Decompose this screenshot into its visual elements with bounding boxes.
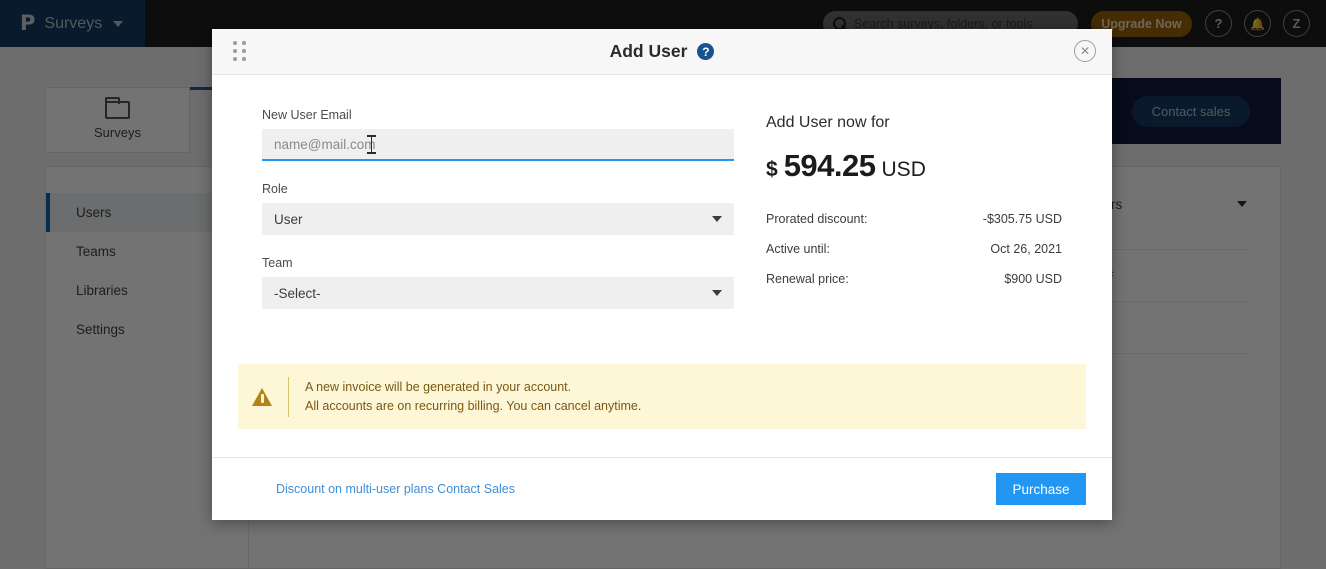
role-field-label: Role <box>262 182 734 196</box>
pricing-row-value: -$305.75 USD <box>983 212 1062 226</box>
dot <box>242 49 246 53</box>
dot <box>233 49 237 53</box>
billing-notice-banner: A new invoice will be generated in your … <box>238 364 1086 429</box>
dot <box>242 57 246 61</box>
page-title: Add User <box>610 41 688 62</box>
email-field-label: New User Email <box>262 108 734 122</box>
help-circle-icon[interactable]: ? <box>697 43 714 60</box>
role-select-value: User <box>274 212 303 227</box>
email-input-wrap <box>262 129 734 161</box>
add-user-modal: Add User ? ✕ New User Email Role User <box>212 29 1112 520</box>
team-select-value: -Select- <box>274 286 321 301</box>
modal-columns: New User Email Role User Team <box>262 108 1062 330</box>
pricing-row: Active until: Oct 26, 2021 <box>766 242 1062 256</box>
dot <box>233 41 237 45</box>
modal-footer: Discount on multi-user plans Contact Sal… <box>212 457 1112 520</box>
purchase-button[interactable]: Purchase <box>996 473 1086 505</box>
pricing-row-label: Active until: <box>766 242 830 256</box>
add-user-form: New User Email Role User Team <box>262 108 734 330</box>
team-field-group: Team -Select- <box>262 256 734 309</box>
pricing-row-label: Renewal price: <box>766 272 849 286</box>
warning-triangle-icon <box>252 388 272 406</box>
currency-symbol: $ <box>766 158 778 182</box>
currency-code: USD <box>882 158 926 182</box>
role-select[interactable]: User <box>262 203 734 235</box>
pricing-row-value: $900 USD <box>1004 272 1062 286</box>
email-field-group: New User Email <box>262 108 734 161</box>
pricing-row: Renewal price: $900 USD <box>766 272 1062 286</box>
notice-line-1: A new invoice will be generated in your … <box>305 380 641 394</box>
chevron-down-icon <box>712 216 722 222</box>
pricing-row: Prorated discount: -$305.75 USD <box>766 212 1062 226</box>
pricing-row-label: Prorated discount: <box>766 212 867 226</box>
discount-contact-sales-link[interactable]: Discount on multi-user plans Contact Sal… <box>276 482 515 496</box>
close-icon[interactable]: ✕ <box>1074 40 1096 62</box>
price-total: $ 594.25 USD <box>766 148 1062 184</box>
pricing-summary: Add User now for $ 594.25 USD Prorated d… <box>766 108 1062 330</box>
dot <box>242 41 246 45</box>
modal-body: New User Email Role User Team <box>212 75 1112 457</box>
notice-text: A new invoice will be generated in your … <box>305 380 641 413</box>
chevron-down-icon <box>712 290 722 296</box>
drag-handle-icon[interactable] <box>233 41 247 63</box>
modal-title-group: Add User ? <box>610 41 715 62</box>
modal-header: Add User ? ✕ <box>212 29 1112 75</box>
divider <box>288 377 289 417</box>
dot <box>233 57 237 61</box>
notice-icon-group <box>252 377 289 417</box>
email-field[interactable] <box>262 129 734 161</box>
pricing-heading: Add User now for <box>766 114 1062 132</box>
role-field-group: Role User <box>262 182 734 235</box>
team-field-label: Team <box>262 256 734 270</box>
pricing-row-value: Oct 26, 2021 <box>990 242 1062 256</box>
team-select[interactable]: -Select- <box>262 277 734 309</box>
price-amount: 594.25 <box>784 148 876 184</box>
notice-line-2: All accounts are on recurring billing. Y… <box>305 399 641 413</box>
